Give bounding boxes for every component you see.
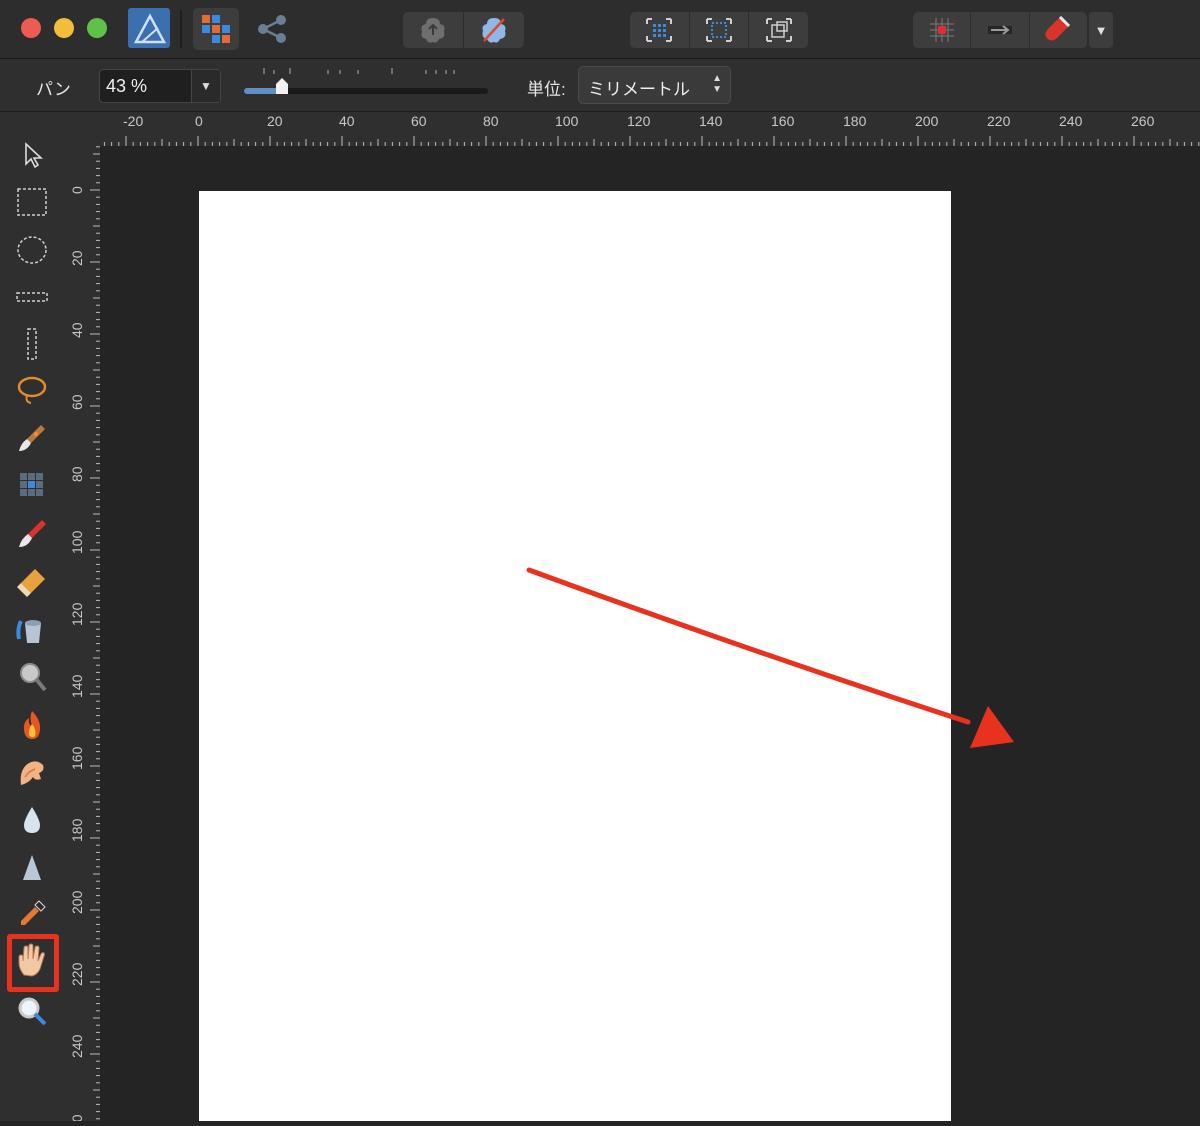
unit-label: 単位: — [527, 80, 566, 99]
vruler-label: 140 — [69, 674, 85, 698]
hruler-label: 220 — [987, 113, 1011, 129]
view-tool-hand-icon[interactable] — [12, 941, 52, 981]
vruler-label: 240 — [69, 1034, 85, 1058]
assistant-icon[interactable] — [913, 12, 972, 48]
vruler-label: 60 — [69, 1114, 85, 1121]
snapping-options-dropdown[interactable]: ▼ — [1089, 12, 1113, 48]
main-toolbar: ▼ — [0, 0, 1200, 59]
horizontal-ruler[interactable]: -200204060801001201401601802002202402602… — [66, 112, 1200, 146]
zoom-field[interactable]: 43 % ▼ — [99, 69, 221, 103]
close-window-button[interactable] — [21, 18, 41, 38]
zoom-value[interactable]: 43 % — [106, 76, 147, 97]
app-logo-icon — [128, 8, 170, 48]
pixel-grid-icon[interactable] — [690, 12, 750, 48]
row-marquee-icon[interactable] — [12, 277, 52, 317]
rectangular-marquee-icon[interactable] — [12, 182, 52, 222]
vruler-label: 40 — [69, 322, 85, 338]
hruler-label: 120 — [627, 113, 651, 129]
photo-persona-icon[interactable] — [193, 8, 239, 50]
vertical-ruler[interactable]: 0 20 40 60 80 100 120 140 160 180 200 220 240 60 — [66, 146, 100, 1126]
zoom-tool-icon[interactable] — [12, 991, 52, 1031]
vruler-label: 20 — [69, 250, 85, 266]
move-tool-icon[interactable] — [12, 135, 52, 175]
chevron-down-icon: ▼ — [200, 79, 212, 93]
sharpen-icon[interactable] — [12, 848, 52, 888]
hruler-label: 140 — [699, 113, 723, 129]
hruler-label: 20 — [267, 113, 283, 129]
burn-icon[interactable] — [12, 705, 52, 745]
grid-icon[interactable] — [630, 12, 690, 48]
vruler-label: 180 — [69, 818, 85, 842]
share-icon[interactable] — [252, 10, 292, 48]
vruler-label: 220 — [69, 962, 85, 986]
unit-select[interactable]: ミリメートル ▲ ▼ — [578, 66, 731, 104]
hruler-label: 260 — [1131, 113, 1155, 129]
paint-brush-icon[interactable] — [12, 514, 52, 554]
vruler-label: 160 — [69, 746, 85, 770]
vruler-label: 80 — [69, 466, 85, 482]
flood-select-icon[interactable] — [12, 465, 52, 505]
force-pixel-alignment-icon[interactable] — [971, 12, 1030, 48]
elliptical-marquee-icon[interactable] — [12, 230, 52, 270]
color-picker-icon[interactable] — [12, 894, 52, 934]
hruler-label: -20 — [123, 113, 143, 129]
selection-brush-icon[interactable] — [12, 418, 52, 458]
chevron-down-icon: ▼ — [1094, 22, 1108, 38]
flood-fill-icon[interactable] — [12, 610, 52, 650]
column-marquee-icon[interactable] — [12, 324, 52, 364]
hruler-label: 100 — [555, 113, 579, 129]
vruler-label: 60 — [69, 394, 85, 410]
minimize-window-button[interactable] — [54, 18, 74, 38]
vruler-label: 120 — [69, 602, 85, 626]
hruler-label: 160 — [771, 113, 795, 129]
hruler-label: 180 — [843, 113, 867, 129]
hruler-label: 80 — [483, 113, 499, 129]
erase-brush-icon[interactable] — [12, 562, 52, 602]
unit-value: ミリメートル — [588, 80, 690, 99]
zoom-dropdown-button[interactable]: ▼ — [191, 70, 220, 102]
transform-icon[interactable] — [749, 12, 808, 48]
develop-icon[interactable] — [403, 12, 464, 48]
snapping-magnet-icon[interactable] — [1030, 12, 1087, 48]
snapping-group — [913, 12, 1087, 48]
smudge-icon[interactable] — [12, 752, 52, 792]
hruler-label: 0 — [195, 113, 203, 129]
tool-name-label: パン — [36, 80, 71, 99]
vruler-label: 200 — [69, 890, 85, 914]
updown-arrows-icon: ▲ ▼ — [712, 73, 722, 95]
hruler-label: 40 — [339, 113, 355, 129]
vruler-label: 0 — [69, 186, 85, 194]
hruler-label: 60 — [411, 113, 427, 129]
zoom-window-button[interactable] — [87, 18, 107, 38]
canvas-area[interactable] — [100, 146, 1200, 1121]
tone-mapping-icon[interactable] — [464, 12, 524, 48]
tools-panel — [0, 112, 66, 1121]
hruler-label: 200 — [915, 113, 939, 129]
freehand-selection-icon[interactable] — [12, 370, 52, 410]
grid-actions-group — [630, 12, 808, 48]
blur-icon[interactable] — [12, 800, 52, 840]
hruler-label: 240 — [1059, 113, 1083, 129]
dodge-icon[interactable] — [12, 657, 52, 697]
document-page[interactable] — [199, 191, 951, 1121]
persona-actions-group — [403, 12, 524, 48]
zoom-slider[interactable] — [240, 64, 490, 104]
vruler-label: 100 — [69, 530, 85, 554]
